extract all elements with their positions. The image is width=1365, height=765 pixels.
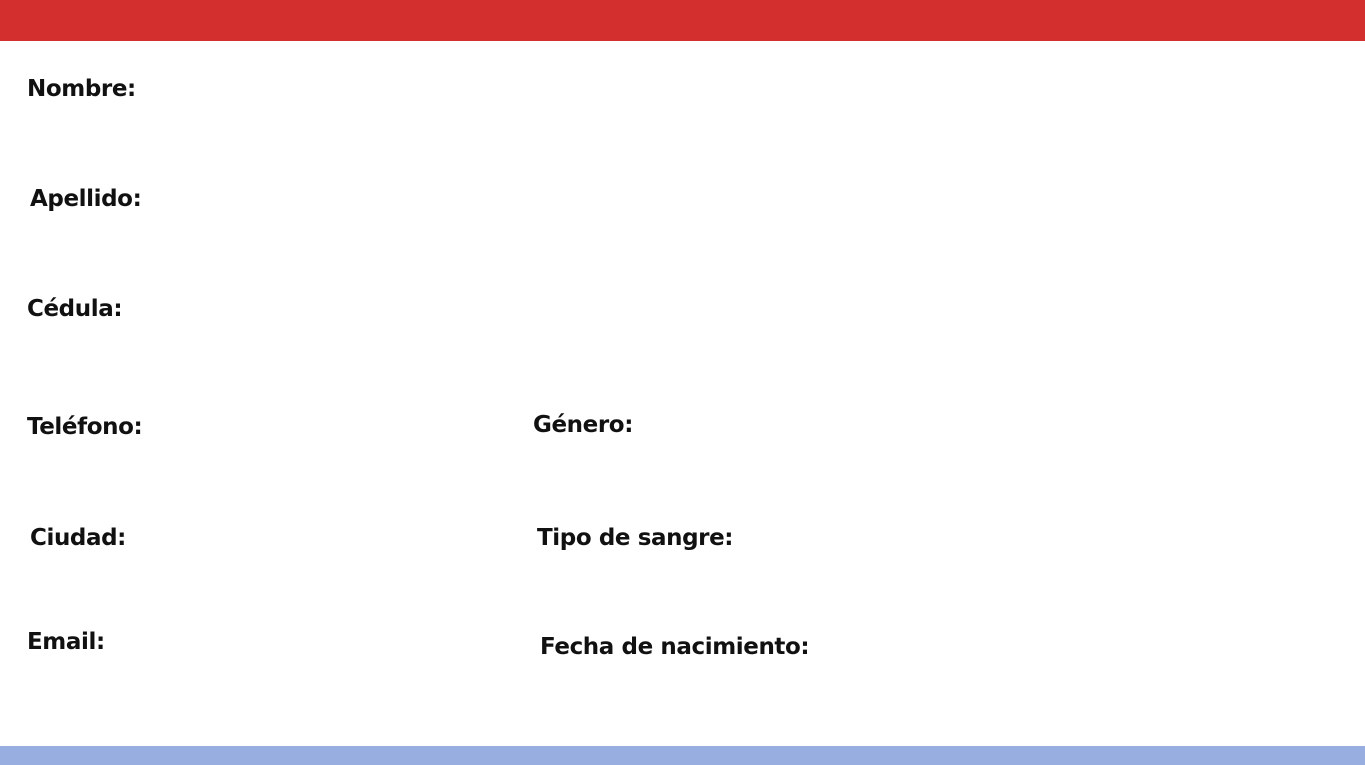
genero-label: Género:	[533, 412, 633, 438]
tipo-sangre-label: Tipo de sangre:	[537, 525, 734, 551]
cedula-label: Cédula:	[27, 296, 123, 322]
header-bar	[0, 0, 1365, 41]
fecha-nacimiento-label: Fecha de nacimiento:	[540, 634, 810, 660]
ciudad-label: Ciudad:	[30, 525, 126, 551]
footer-bar	[0, 746, 1365, 765]
nombre-label: Nombre:	[27, 76, 136, 102]
email-label: Email:	[27, 629, 105, 655]
telefono-label: Teléfono:	[27, 414, 143, 440]
apellido-label: Apellido:	[30, 186, 142, 212]
